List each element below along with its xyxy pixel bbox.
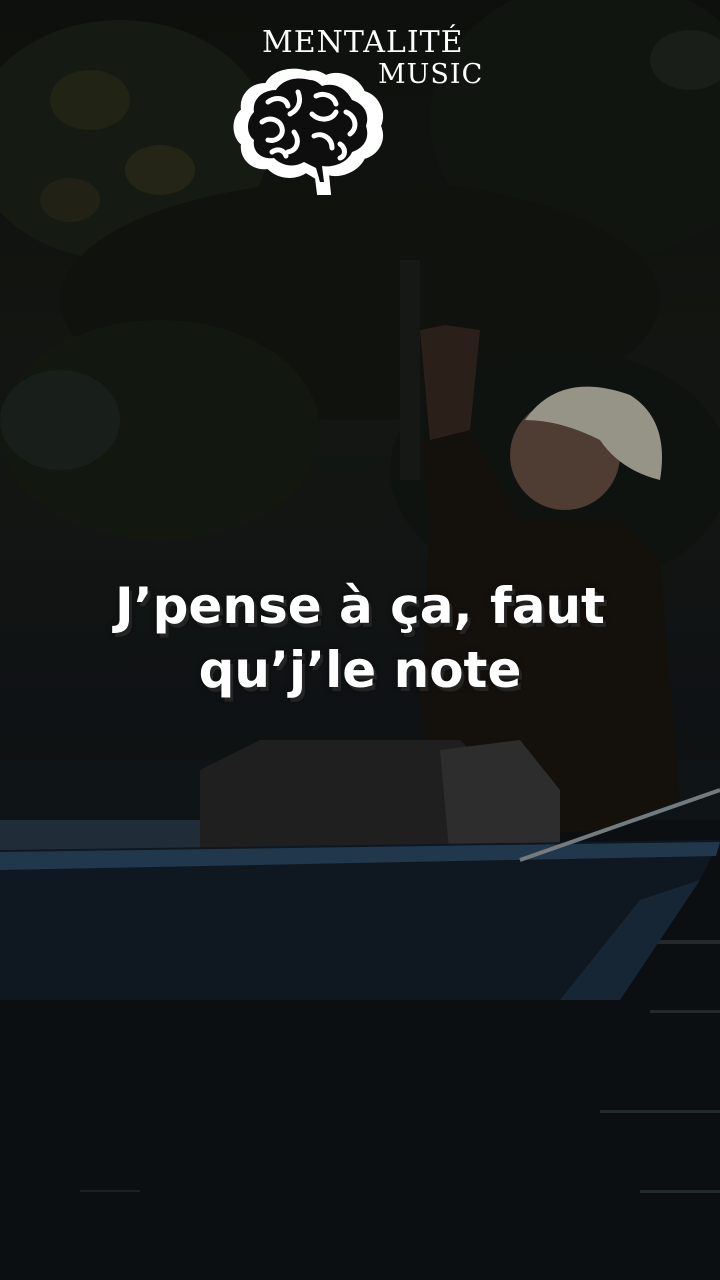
brand-logo: MENTALITÉ MUSIC: [228, 26, 498, 198]
brand-name-line1: MENTALITÉ: [262, 25, 464, 60]
brand-name-line2: MUSIC: [378, 59, 484, 90]
video-frame: MENTALITÉ MUSIC J’pense à ça, faut qu’j’…: [0, 0, 720, 1280]
lyrics-caption: J’pense à ça, faut qu’j’le note: [0, 574, 720, 702]
caption-line1: J’pense à ça, faut: [115, 577, 605, 635]
caption-line2: qu’j’le note: [198, 641, 522, 699]
brain-icon: [233, 68, 383, 195]
